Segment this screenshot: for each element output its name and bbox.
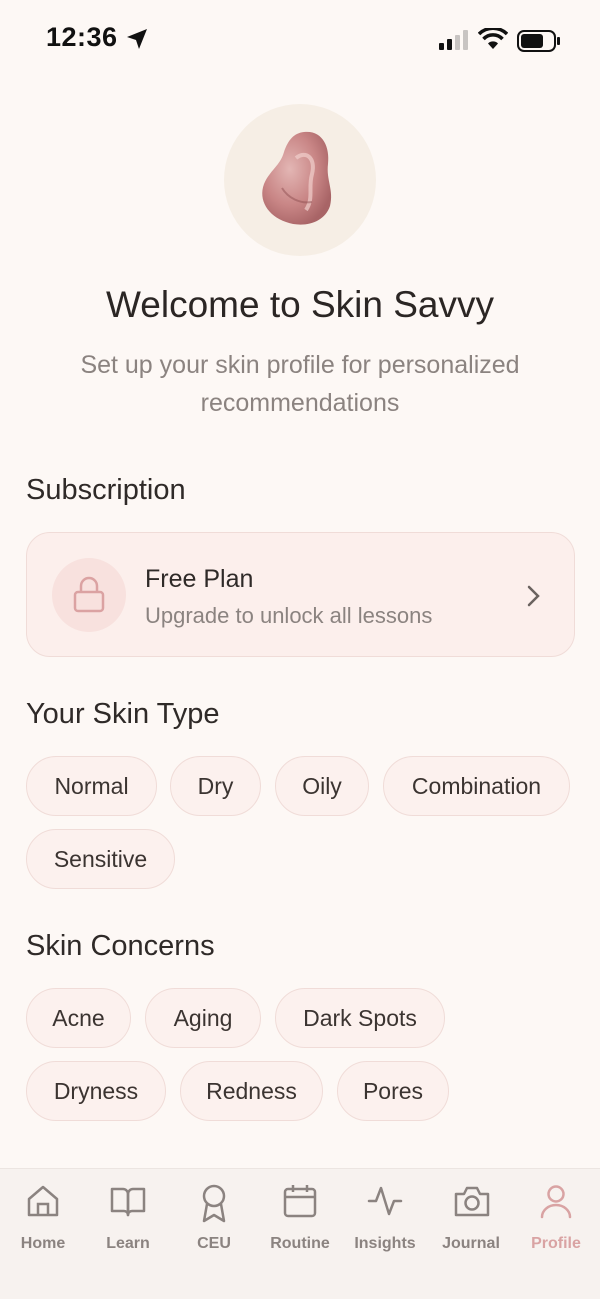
page-title: Welcome to Skin Savvy	[106, 284, 494, 325]
tab-label-profile: Profile	[531, 1235, 581, 1252]
tab-journal[interactable]: Journal	[428, 1181, 514, 1252]
subscription-heading: Subscription	[26, 474, 186, 506]
location-arrow-icon	[127, 29, 147, 49]
tab-learn[interactable]: Learn	[85, 1181, 171, 1252]
award-icon	[202, 1184, 226, 1223]
skin-type-chip-combination[interactable]: Combination	[383, 756, 570, 816]
skin-type-chip-sensitive[interactable]: Sensitive	[26, 829, 175, 889]
status-time: 12:36	[46, 22, 118, 52]
status-bar: 12:36	[0, 0, 600, 80]
tab-label-home: Home	[20, 1235, 66, 1252]
home-icon	[27, 1185, 59, 1217]
app-logo	[224, 104, 376, 256]
skin-concerns-heading: Skin Concerns	[26, 930, 215, 962]
concern-chip-pores[interactable]: Pores	[337, 1061, 449, 1121]
skin-type-chip-oily[interactable]: Oily	[275, 756, 369, 816]
subtitle-line-1: Set up your skin profile for personalize…	[80, 351, 520, 379]
bottom-tab-bar: Home Learn CEU Routine Insights Journal …	[0, 1168, 600, 1299]
tab-insights[interactable]: Insights	[342, 1181, 428, 1252]
concern-chip-acne[interactable]: Acne	[26, 988, 131, 1048]
skin-type-heading: Your Skin Type	[26, 698, 220, 730]
lock-badge	[52, 558, 126, 632]
battery-icon	[517, 30, 560, 52]
tab-home[interactable]: Home	[0, 1181, 86, 1252]
tab-routine[interactable]: Routine	[257, 1181, 343, 1252]
chevron-right-icon	[527, 585, 540, 607]
activity-icon	[367, 1186, 403, 1216]
camera-icon	[454, 1186, 490, 1217]
subtitle-line-2: recommendations	[200, 389, 400, 417]
concern-chip-dryness[interactable]: Dryness	[26, 1061, 166, 1121]
plan-description: Upgrade to unlock all lessons	[145, 603, 433, 628]
book-icon	[110, 1187, 146, 1217]
skin-type-chip-normal[interactable]: Normal	[26, 756, 157, 816]
page-subtitle: Set up your skin profile for personalize…	[40, 346, 560, 422]
skin-drop-logo-icon	[262, 131, 332, 225]
tab-label-routine: Routine	[270, 1235, 330, 1252]
skin-type-chip-dry[interactable]: Dry	[170, 756, 261, 816]
user-icon	[540, 1185, 572, 1219]
tab-profile[interactable]: Profile	[513, 1181, 599, 1252]
wifi-icon	[478, 28, 508, 49]
calendar-icon	[283, 1185, 317, 1218]
tab-label-ceu: CEU	[197, 1235, 231, 1252]
concern-chip-dark-spots[interactable]: Dark Spots	[275, 988, 445, 1048]
lock-icon	[73, 576, 105, 613]
tab-ceu[interactable]: CEU	[171, 1181, 257, 1252]
tab-label-journal: Journal	[442, 1235, 500, 1252]
tab-label-insights: Insights	[354, 1235, 416, 1252]
tab-label-learn: Learn	[106, 1235, 150, 1252]
concern-chip-aging[interactable]: Aging	[145, 988, 261, 1048]
subscription-card[interactable]: Free Plan Upgrade to unlock all lessons	[26, 532, 575, 657]
plan-name: Free Plan	[145, 565, 254, 593]
concern-chip-redness[interactable]: Redness	[180, 1061, 323, 1121]
cellular-signal-icon	[439, 30, 468, 50]
